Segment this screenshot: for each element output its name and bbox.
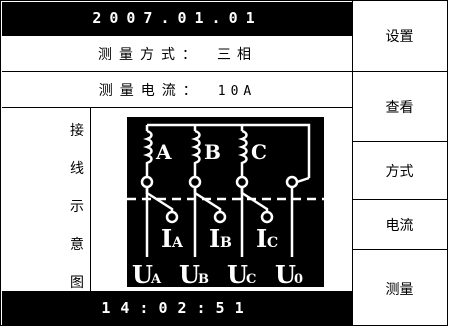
current-subscript-b: B [220,235,232,251]
main-display-panel: 2007.01.01 测量方式： 三相 测量电流： 10A 接 线 示 意 图 [0,0,353,326]
side-menu: 设置 查看 方式 电流 测量 [352,0,448,326]
current-label-a: I [161,224,172,253]
date-display: 2007.01.01 [92,9,263,27]
current-label-c: I [256,224,267,253]
wiring-diagram-svg: A B C I A I B I C U A U B U C U 0 [127,123,324,287]
phase-label-b: B [204,140,221,164]
phase-label-c: C [251,140,267,164]
voltage-subscript-b: B [198,272,209,287]
vertical-label-char: 示 [70,199,84,215]
current-terminal-c [260,210,274,224]
coil-a [143,129,153,178]
voltage-subscript-0: 0 [294,272,303,287]
measurement-current-value: 10A [217,84,257,99]
time-bar: 14:02:51 [2,291,353,326]
current-subscript-a: A [171,235,184,251]
voltage-subscript-a: A [150,272,162,287]
coil-c [238,129,248,178]
vertical-label-char: 接 [70,123,84,139]
voltage-subscript-c: C [246,272,256,287]
view-button-label: 查看 [385,99,414,116]
time-display: 14:02:51 [101,299,254,317]
current-button-label: 电流 [385,217,414,234]
terminal-circle [235,175,249,189]
current-lead-b [193,187,222,213]
current-terminal-b [213,210,227,224]
view-button[interactable]: 查看 [352,72,447,142]
vertical-label-char: 线 [70,161,84,177]
settings-button-label: 设置 [385,29,414,45]
vertical-divider [90,108,91,291]
wiring-diagram-section: 接 线 示 意 图 A B C I A I B I C U A U B U C … [2,108,353,291]
voltage-label-b: U [179,260,200,287]
measurement-mode-row: 测量方式： 三相 [2,36,353,72]
terminal-circle [140,175,154,189]
current-button[interactable]: 电流 [352,200,447,250]
mode-button[interactable]: 方式 [352,142,447,200]
wiring-diagram-vertical-label: 接 线 示 意 图 [66,120,88,310]
measurement-mode-value: 三相 [217,47,257,63]
date-bar: 2007.01.01 [2,2,353,36]
voltage-label-0: U [275,260,296,287]
measurement-current-row: 测量电流： 10A [2,72,353,108]
measurement-current-label: 测量电流： [98,83,204,99]
voltage-label-a: U [132,260,153,287]
terminal-circle [285,175,299,189]
mode-button-label: 方式 [385,163,414,180]
coil-b [191,129,201,178]
vertical-label-char: 意 [70,237,84,253]
current-subscript-c: C [267,235,278,251]
measure-button[interactable]: 测量 [352,250,447,327]
measure-button-label: 测量 [385,281,414,298]
terminal-circle [188,175,202,189]
current-terminal-a [165,210,179,224]
voltage-label-c: U [227,260,248,287]
current-label-b: I [209,224,220,253]
settings-button[interactable]: 设置 [352,1,447,72]
wiring-diagram: A B C I A I B I C U A U B U C U 0 [127,117,324,287]
phase-label-a: A [155,140,172,164]
measurement-mode-label: 测量方式： [98,47,203,63]
